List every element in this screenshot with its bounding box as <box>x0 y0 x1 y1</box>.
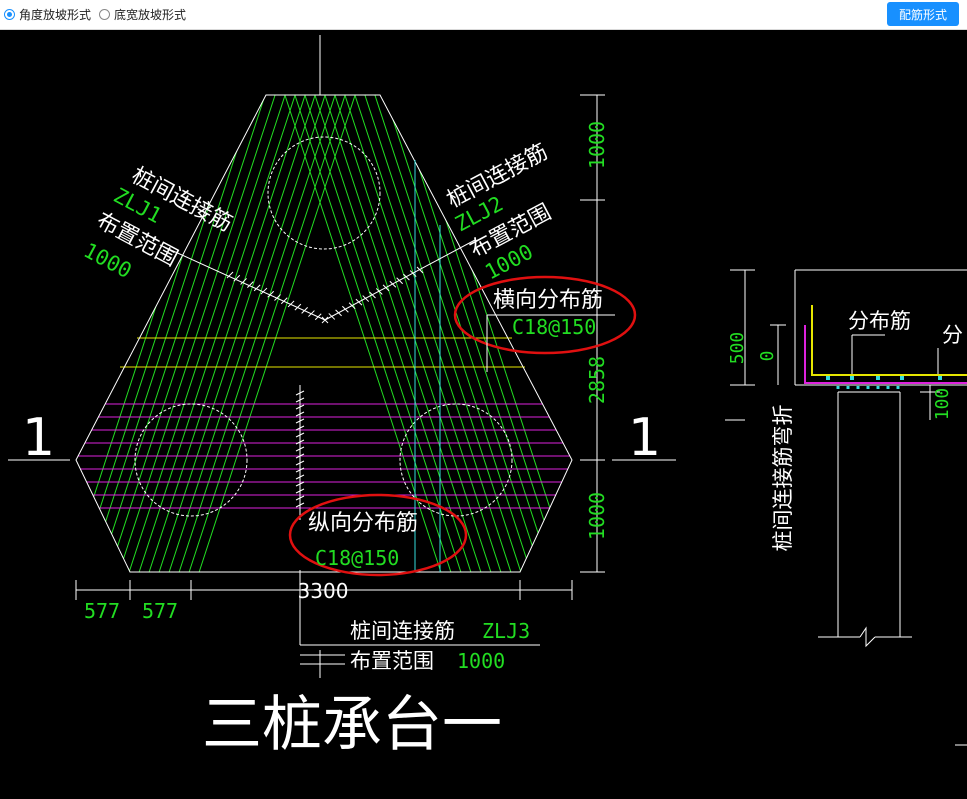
transverse-rebar-label: 横向分布筋 <box>493 288 603 313</box>
drawing-title: 三桩承台一 <box>202 690 502 760</box>
radio-dot-icon <box>4 9 15 20</box>
rebar-dot <box>876 386 880 389</box>
rebar-line <box>328 313 336 320</box>
rebar-dot <box>876 376 880 380</box>
rebar-line <box>355 298 363 306</box>
rebar-dot <box>846 386 850 389</box>
dim-mid: 2858 <box>585 356 609 404</box>
rebar-line <box>314 313 322 321</box>
section-dim-500: 500 <box>727 332 748 365</box>
rebar-line <box>308 310 315 317</box>
rebar-line <box>362 295 370 302</box>
dim-top: 1000 <box>585 121 609 169</box>
radio-width-label: 底宽放坡形式 <box>114 8 187 22</box>
rebar-dot <box>836 386 840 389</box>
zlj3-name: 桩间连接筋 <box>350 619 455 643</box>
section-vertical-label: 桩间连接筋弯折 <box>771 405 795 552</box>
rebar-dot <box>900 376 904 380</box>
pile-left <box>134 403 248 517</box>
section-dim-100: 100 <box>932 388 953 421</box>
zlj3-code: ZLJ3 <box>482 619 530 643</box>
section-detail: 分布筋 分 500 0 100 桩间连接筋弯折 <box>725 269 967 746</box>
longitudinal-rebar-spec: C18@150 <box>315 546 399 570</box>
rebar-dot <box>896 386 900 389</box>
dim-width: 3300 <box>298 579 349 603</box>
zlj3-range-label: 布置范围 <box>350 649 434 673</box>
transverse-rebar-spec: C18@150 <box>512 315 596 339</box>
rebar-form-button[interactable]: 配筋形式 <box>887 2 959 26</box>
toolbar: 角度放坡形式 底宽放坡形式 配筋形式 <box>0 0 967 30</box>
rebar-line <box>301 307 308 314</box>
dim-577-b: 577 <box>142 599 178 623</box>
rebar-dot <box>826 376 830 380</box>
rebar-dot <box>886 386 890 389</box>
dim-bottom: 1000 <box>585 492 609 540</box>
rebar-dot <box>866 386 870 389</box>
rebar-dot <box>938 376 942 380</box>
rebar-line <box>335 309 342 317</box>
zlj3-range-value: 1000 <box>457 649 505 673</box>
section-mark-left: 1 <box>22 408 55 468</box>
zlj-ticks <box>226 266 424 508</box>
section-dist-label: 分布筋 <box>848 309 911 333</box>
rebar-dot <box>856 386 860 389</box>
dim-577-a: 577 <box>84 599 120 623</box>
radio-width-slope[interactable]: 底宽放坡形式 <box>99 6 186 23</box>
radio-angle-label: 角度放坡形式 <box>19 8 92 22</box>
radio-angle-slope[interactable]: 角度放坡形式 <box>4 6 91 23</box>
section-dist-label-cut: 分 <box>942 323 963 347</box>
cad-canvas[interactable]: 桩间连接筋 ZLJ1 布置范围 1000 桩间连接筋 ZLJ2 布置范围 100… <box>0 30 967 799</box>
section-mark-right: 1 <box>628 408 661 468</box>
longitudinal-rebar-label: 纵向分布筋 <box>308 511 418 536</box>
rebar-line <box>342 305 349 313</box>
section-dim-0: 0 <box>757 351 778 362</box>
radio-dot-icon <box>99 9 110 20</box>
rebar-dot <box>850 376 854 380</box>
